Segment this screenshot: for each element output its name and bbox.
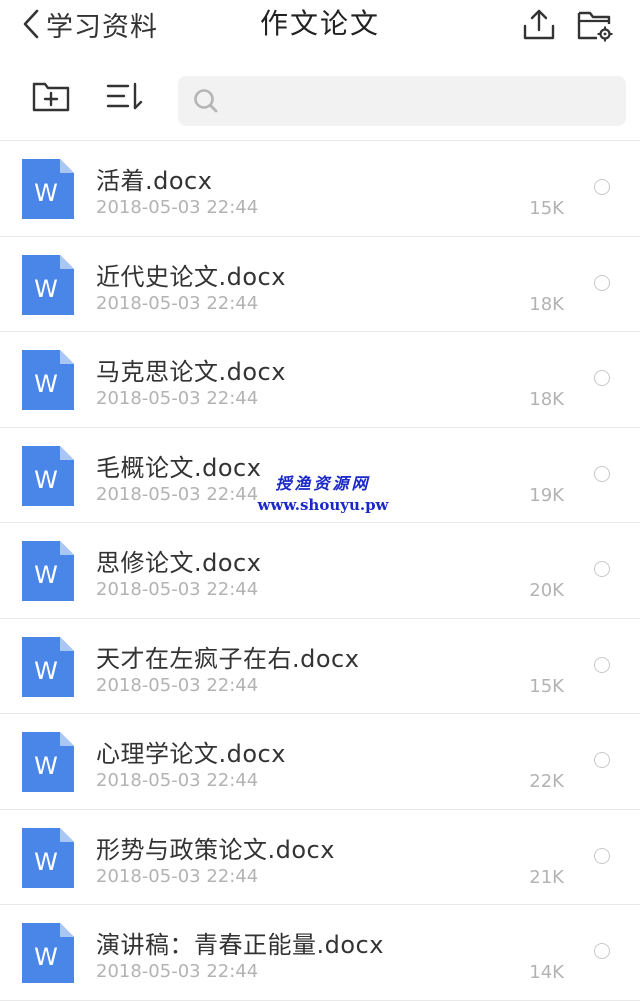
watermark-url: www.shouyu.pw: [257, 496, 389, 514]
file-date: 2018-05-03 22:44: [96, 292, 259, 314]
file-name: 马克思论文.docx: [96, 358, 286, 386]
select-radio[interactable]: [594, 752, 610, 768]
upload-icon: [523, 9, 555, 40]
file-row[interactable]: W 形势与政策论文.docx 2018-05-03 22:44 21K: [0, 809, 640, 905]
toolbar: [0, 56, 640, 141]
folder-settings-icon: [577, 11, 613, 42]
select-radio[interactable]: [594, 847, 610, 864]
navigation-bar: 学习资料 作文论文: [0, 0, 640, 50]
file-name: 毛概论文.docx: [96, 453, 262, 482]
file-size: 22K: [529, 771, 564, 792]
word-doc-icon: W: [22, 445, 74, 506]
file-icon-letter: W: [34, 370, 58, 398]
word-doc-icon: W: [22, 636, 74, 697]
file-date: 2018-05-03 22:44: [96, 579, 259, 600]
file-date: 2018-05-03 22:44: [96, 770, 259, 791]
word-doc-icon: W: [22, 923, 74, 983]
file-date: 2018-05-03 22:44: [96, 865, 259, 887]
folder-settings-button[interactable]: [575, 6, 615, 44]
sort-icon: [106, 82, 143, 110]
file-row[interactable]: W 演讲稿：青春正能量.docx 2018-05-03 22:44 14K: [0, 905, 640, 1001]
word-doc-icon: W: [22, 350, 74, 410]
file-row[interactable]: W 思修论文.docx 2018-05-03 22:44 20K: [0, 523, 640, 619]
file-name: 近代史论文.docx: [96, 262, 286, 291]
file-icon-letter: W: [34, 657, 58, 685]
file-icon-letter: W: [34, 752, 58, 780]
watermark: 授渔资源网 www.shouyu.pw: [248, 470, 398, 514]
file-size: 19K: [529, 484, 564, 506]
word-doc-icon: W: [22, 827, 74, 888]
word-doc-icon: W: [22, 541, 74, 601]
file-row[interactable]: W 心理学论文.docx 2018-05-03 22:44 22K: [0, 714, 640, 810]
file-row[interactable]: W 马克思论文.docx 2018-05-03 22:44 18K: [0, 332, 640, 428]
word-doc-icon: W: [22, 732, 74, 792]
file-size: 18K: [529, 389, 564, 410]
word-doc-icon: W: [22, 254, 74, 315]
file-size: 18K: [529, 293, 564, 315]
file-size: 15K: [529, 198, 564, 219]
file-icon-letter: W: [34, 943, 58, 971]
search-input[interactable]: [230, 84, 614, 120]
select-radio[interactable]: [594, 274, 610, 291]
file-row[interactable]: W 近代史论文.docx 2018-05-03 22:44 18K: [0, 236, 640, 332]
watermark-text: 授渔资源网: [275, 474, 371, 493]
file-icon-letter: W: [34, 275, 58, 303]
file-icon-letter: W: [34, 179, 58, 207]
file-name: 活着.docx: [96, 167, 213, 195]
file-name: 天才在左疯子在右.docx: [96, 644, 360, 673]
file-date: 2018-05-03 22:44: [96, 674, 259, 696]
select-radio[interactable]: [594, 465, 610, 482]
new-folder-icon: [32, 82, 70, 112]
file-name: 思修论文.docx: [96, 549, 262, 577]
file-name: 形势与政策论文.docx: [96, 835, 335, 864]
file-date: 2018-05-03 22:44: [96, 197, 259, 218]
file-name: 心理学论文.docx: [96, 740, 286, 768]
file-list: W 活着.docx 2018-05-03 22:44 15K W 近代史论文.docx 20…: [0, 141, 640, 1001]
new-folder-button[interactable]: [30, 76, 72, 116]
file-date: 2018-05-03 22:44: [96, 483, 259, 505]
file-date: 2018-05-03 22:44: [96, 388, 259, 409]
file-icon-letter: W: [34, 466, 58, 494]
select-radio[interactable]: [594, 943, 610, 959]
select-radio[interactable]: [594, 370, 610, 386]
word-doc-icon: W: [22, 159, 74, 219]
file-name: 演讲稿：青春正能量.docx: [96, 931, 384, 959]
file-icon-letter: W: [34, 561, 58, 589]
upload-button[interactable]: [519, 6, 559, 44]
file-date: 2018-05-03 22:44: [96, 961, 259, 982]
file-size: 21K: [529, 866, 564, 888]
file-size: 15K: [529, 675, 564, 697]
file-size: 20K: [529, 580, 564, 601]
file-row[interactable]: W 活着.docx 2018-05-03 22:44 15K: [0, 141, 640, 237]
search-icon: [194, 89, 218, 113]
search-box[interactable]: [178, 76, 626, 126]
select-radio[interactable]: [594, 179, 610, 195]
file-size: 14K: [529, 962, 564, 983]
file-row[interactable]: W 天才在左疯子在右.docx 2018-05-03 22:44 15K: [0, 618, 640, 714]
select-radio[interactable]: [594, 561, 610, 577]
select-radio[interactable]: [594, 656, 610, 673]
file-icon-letter: W: [34, 848, 58, 876]
sort-button[interactable]: [104, 76, 146, 116]
